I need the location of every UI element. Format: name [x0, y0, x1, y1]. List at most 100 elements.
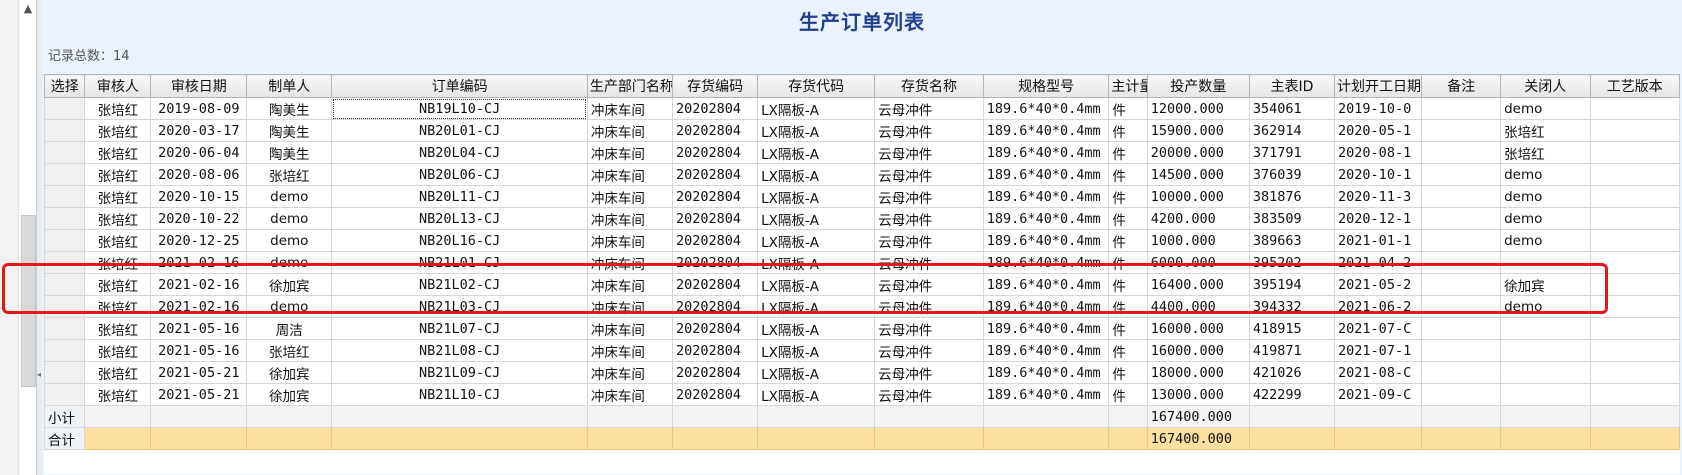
cell-start[interactable]: 2021-08-C: [1334, 361, 1423, 384]
column-header[interactable]: 备注: [1421, 74, 1502, 98]
cell-closer[interactable]: [1500, 317, 1591, 340]
cell-order-code[interactable]: NB21L09-CJ: [331, 361, 588, 384]
cell-spec[interactable]: 189.6*40*0.4mm: [982, 119, 1110, 142]
table-row[interactable]: 张培红 2020-12-25 demo NB20L16-CJ 冲床车间 20202804 L…: [44, 229, 1680, 252]
cell-inv-key[interactable]: LX隔板-A: [757, 317, 876, 340]
cell-inv-name[interactable]: 云母冲件: [874, 163, 984, 186]
cell-audit-date[interactable]: 2021-05-16: [150, 339, 248, 362]
cell-ver[interactable]: [1589, 295, 1680, 318]
cell-note[interactable]: [1421, 185, 1502, 208]
cell-closer[interactable]: demo: [1500, 229, 1591, 252]
cell-start[interactable]: 2021-06-2: [1334, 295, 1423, 318]
cell-qty[interactable]: 16000.000: [1146, 339, 1250, 362]
cell-start[interactable]: 2020-12-1: [1334, 207, 1423, 230]
cell-dept[interactable]: 冲床车间: [586, 383, 674, 406]
cell-start[interactable]: 2020-05-1: [1334, 119, 1423, 142]
cell-dept[interactable]: 冲床车间: [586, 339, 674, 362]
cell-closer[interactable]: demo: [1500, 207, 1591, 230]
cell-order-code[interactable]: NB20L11-CJ: [331, 185, 588, 208]
column-header[interactable]: 规格型号: [982, 74, 1110, 98]
cell-ver[interactable]: [1589, 339, 1680, 362]
cell-audit-date[interactable]: 2021-02-16: [150, 295, 248, 318]
cell-closer[interactable]: demo: [1500, 97, 1591, 120]
cell-unit[interactable]: 件: [1108, 207, 1148, 230]
cell-closer[interactable]: [1500, 251, 1591, 274]
column-header[interactable]: 计划开工日期: [1334, 74, 1423, 98]
row-select-cell[interactable]: [44, 295, 86, 318]
cell-audit-date[interactable]: 2020-12-25: [150, 229, 248, 252]
scroll-up-arrow-icon[interactable]: ▲: [19, 0, 37, 18]
cell-dept[interactable]: 冲床车间: [586, 251, 674, 274]
table-row[interactable]: 张培红 2021-02-16 demo NB21L01-CJ 冲床车间 20202804 L…: [44, 251, 1680, 274]
column-header[interactable]: 选择: [44, 74, 86, 98]
column-header[interactable]: 工艺版本: [1589, 74, 1680, 98]
cell-audit-date[interactable]: 2020-03-17: [150, 119, 248, 142]
cell-inv-code[interactable]: 20202804: [671, 339, 759, 362]
cell-inv-key[interactable]: LX隔板-A: [757, 207, 876, 230]
cell-closer[interactable]: demo: [1500, 185, 1591, 208]
cell-note[interactable]: [1421, 207, 1502, 230]
cell-qty[interactable]: 10000.000: [1146, 185, 1250, 208]
cell-unit[interactable]: 件: [1108, 295, 1148, 318]
row-select-cell[interactable]: [44, 119, 86, 142]
table-row[interactable]: 张培红 2021-02-16 demo NB21L03-CJ 冲床车间 20202804 L…: [44, 295, 1680, 318]
cell-qty[interactable]: 4400.000: [1146, 295, 1250, 318]
cell-ver[interactable]: [1589, 273, 1680, 296]
cell-inv-code[interactable]: 20202804: [671, 119, 759, 142]
cell-dept[interactable]: 冲床车间: [586, 295, 674, 318]
row-select-cell[interactable]: [44, 273, 86, 296]
cell-main-id[interactable]: 371791: [1248, 141, 1336, 164]
cell-inv-key[interactable]: LX隔板-A: [757, 251, 876, 274]
cell-closer[interactable]: 张培红: [1500, 119, 1591, 142]
cell-order-code[interactable]: NB20L04-CJ: [331, 141, 588, 164]
cell-inv-name[interactable]: 云母冲件: [874, 97, 984, 120]
cell-maker[interactable]: demo: [246, 229, 333, 252]
cell-closer[interactable]: 张培红: [1500, 141, 1591, 164]
cell-inv-name[interactable]: 云母冲件: [874, 317, 984, 340]
cell-maker[interactable]: 周洁: [246, 317, 333, 340]
cell-start[interactable]: 2021-05-2: [1334, 273, 1423, 296]
table-row[interactable]: 张培红 2020-03-17 陶美生 NB20L01-CJ 冲床车间 20202804 LX…: [44, 119, 1680, 142]
cell-dept[interactable]: 冲床车间: [586, 185, 674, 208]
cell-note[interactable]: [1421, 97, 1502, 120]
cell-inv-name[interactable]: 云母冲件: [874, 383, 984, 406]
cell-order-code[interactable]: NB19L10-CJ: [331, 97, 588, 120]
table-row[interactable]: 张培红 2021-05-16 周洁 NB21L07-CJ 冲床车间 20202804 LX隔…: [44, 317, 1680, 340]
cell-inv-name[interactable]: 云母冲件: [874, 207, 984, 230]
cell-audit-date[interactable]: 2020-06-04: [150, 141, 248, 164]
cell-ver[interactable]: [1589, 251, 1680, 274]
cell-inv-name[interactable]: 云母冲件: [874, 229, 984, 252]
cell-inv-key[interactable]: LX隔板-A: [757, 119, 876, 142]
cell-unit[interactable]: 件: [1108, 119, 1148, 142]
cell-main-id[interactable]: 395194: [1248, 273, 1336, 296]
cell-qty[interactable]: 16000.000: [1146, 317, 1250, 340]
cell-inv-key[interactable]: LX隔板-A: [757, 295, 876, 318]
cell-qty[interactable]: 1000.000: [1146, 229, 1250, 252]
cell-qty[interactable]: 14500.000: [1146, 163, 1250, 186]
cell-maker[interactable]: demo: [246, 185, 333, 208]
cell-maker[interactable]: demo: [246, 251, 333, 274]
cell-main-id[interactable]: 389663: [1248, 229, 1336, 252]
cell-start[interactable]: 2019-10-0: [1334, 97, 1423, 120]
cell-order-code[interactable]: NB20L16-CJ: [331, 229, 588, 252]
cell-inv-key[interactable]: LX隔板-A: [757, 383, 876, 406]
cell-dept[interactable]: 冲床车间: [586, 119, 674, 142]
cell-inv-code[interactable]: 20202804: [671, 97, 759, 120]
cell-auditor[interactable]: 张培红: [84, 251, 152, 274]
table-row[interactable]: 张培红 2020-10-15 demo NB20L11-CJ 冲床车间 20202804 L…: [44, 185, 1680, 208]
row-select-cell[interactable]: [44, 251, 86, 274]
cell-order-code[interactable]: NB21L07-CJ: [331, 317, 588, 340]
cell-auditor[interactable]: 张培红: [84, 361, 152, 384]
cell-note[interactable]: [1421, 251, 1502, 274]
cell-order-code[interactable]: NB21L10-CJ: [331, 383, 588, 406]
cell-spec[interactable]: 189.6*40*0.4mm: [982, 295, 1110, 318]
cell-main-id[interactable]: 419871: [1248, 339, 1336, 362]
cell-qty[interactable]: 4200.000: [1146, 207, 1250, 230]
table-row[interactable]: 张培红 2021-02-16 徐加宾 NB21L02-CJ 冲床车间 20202804 LX…: [44, 273, 1680, 296]
cell-main-id[interactable]: 422299: [1248, 383, 1336, 406]
cell-inv-name[interactable]: 云母冲件: [874, 185, 984, 208]
cell-auditor[interactable]: 张培红: [84, 295, 152, 318]
cell-start[interactable]: 2021-07-C: [1334, 317, 1423, 340]
cell-note[interactable]: [1421, 119, 1502, 142]
cell-spec[interactable]: 189.6*40*0.4mm: [982, 141, 1110, 164]
